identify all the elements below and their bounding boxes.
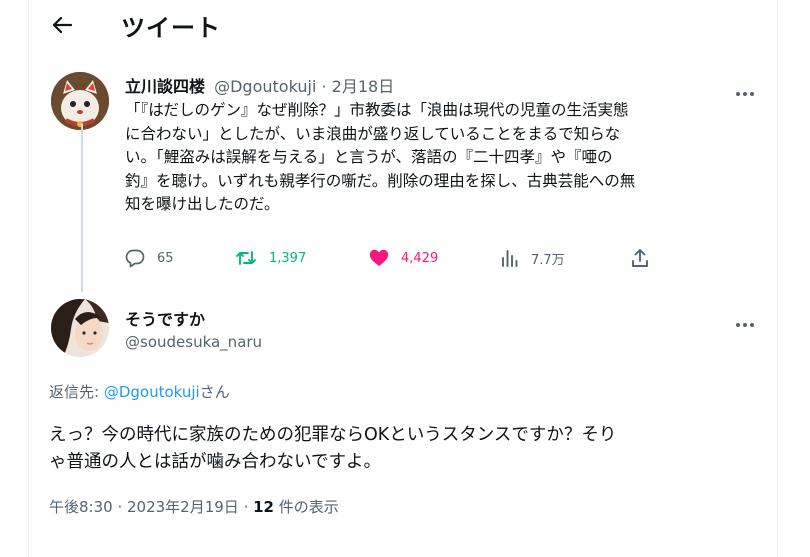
like-count: 4,429 xyxy=(401,250,439,266)
original-tweet-text: 「『はだしのゲン』なぜ削除？」市教委は「浪曲は現代の児童の生活実態 に合わない」… xyxy=(125,99,765,217)
reply-text-line: ゃ普通の人とは話が噛み合わないですよ。 xyxy=(49,452,381,472)
original-date[interactable]: 2月18日 xyxy=(332,77,395,96)
retweet-count: 1,397 xyxy=(269,250,307,266)
back-arrow-icon xyxy=(52,16,73,34)
timestamp-dot: · xyxy=(238,498,254,516)
analytics-bars-icon xyxy=(502,250,518,267)
avatar-soudesuka[interactable] xyxy=(51,299,109,357)
views-count: 7.7万 xyxy=(531,252,565,268)
reply-handle[interactable]: @soudesuka_naru xyxy=(125,333,262,351)
reply-bubble-icon xyxy=(125,249,145,268)
views-action[interactable]: 7.7万 xyxy=(501,245,565,271)
reply-to-prefix: 返信先: xyxy=(49,383,104,401)
more-dots-icon xyxy=(736,323,754,327)
profile-photo-icon xyxy=(51,299,109,357)
thread-connector-line xyxy=(81,124,83,292)
header-separator: · xyxy=(321,77,327,96)
share-action[interactable] xyxy=(631,245,649,271)
original-handle[interactable]: @Dgoutokuji xyxy=(214,77,316,96)
retweet-icon xyxy=(236,251,256,265)
reply-views-label: 件の表示 xyxy=(274,498,339,516)
reply-action[interactable]: 65 xyxy=(125,245,174,271)
reply-more-button[interactable] xyxy=(735,313,755,332)
original-action-bar: 65 1,397 4,429 7.7万 xyxy=(125,245,665,271)
avatar-tatekawa[interactable] xyxy=(51,72,109,130)
heart-icon xyxy=(369,249,389,266)
original-text-line: い。「鯉盗みは誤解を与える」と言うが、落語の『二十四孝』や『唖の xyxy=(125,148,613,166)
back-button[interactable] xyxy=(45,10,79,40)
original-text-line: 知を曝け出したのだ。 xyxy=(125,195,280,213)
reply-timestamp-row: 午後8:30 · 2023年2月19日 · 12 件の表示 xyxy=(49,496,339,517)
page-title: ツイート xyxy=(121,14,221,42)
reply-to-handle-link[interactable]: @Dgoutokuji xyxy=(104,383,200,401)
reply-tweet-text: えっ？今の時代に家族のための犯罪ならOKというスタンスですか？そり ゃ普通の人と… xyxy=(49,422,769,476)
original-display-name[interactable]: 立川談四楼 xyxy=(125,77,205,96)
original-text-line: 釣』を聴け。いずれも親孝行の噺だ。削除の理由を探し、古典芸能への無 xyxy=(125,171,636,190)
top-bar: ツイート xyxy=(29,0,779,50)
original-text-line: に合わない」としたが、いま浪曲が盛り返していることをまるで知らな xyxy=(125,124,621,143)
reply-to-suffix: さん xyxy=(199,383,230,401)
timestamp-dot: · xyxy=(112,498,127,516)
reply-name-text: そうですか xyxy=(125,310,206,329)
reply-time[interactable]: 午後8:30 xyxy=(49,498,113,516)
reply-display-name[interactable]: そうですか xyxy=(125,306,205,330)
retweet-action[interactable]: 1,397 xyxy=(235,245,306,271)
tweet-detail-panel: ツイート 立川談四楼 @Dgoutokuji · 2月18日 「『はだしのゲン』… xyxy=(28,0,778,557)
reply-to-line: 返信先: @Dgoutokujiさん xyxy=(49,381,230,402)
like-action[interactable]: 4,429 xyxy=(369,245,438,271)
original-tweet-header: 立川談四楼 @Dgoutokuji · 2月18日 xyxy=(125,73,394,97)
reply-views-count: 12 xyxy=(253,498,274,516)
more-dots-icon xyxy=(736,92,754,96)
share-upload-icon xyxy=(632,249,648,267)
reply-text-line: えっ？今の時代に家族のための犯罪ならOKというスタンスですか？そり xyxy=(49,425,617,445)
original-text-line: 「『はだしのゲン』なぜ削除？」市教委は「浪曲は現代の児童の生活実態 xyxy=(125,101,629,119)
reply-count: 65 xyxy=(157,250,174,266)
reply-date[interactable]: 2023年2月19日 xyxy=(127,498,239,516)
maneki-neko-avatar-icon xyxy=(51,72,109,130)
